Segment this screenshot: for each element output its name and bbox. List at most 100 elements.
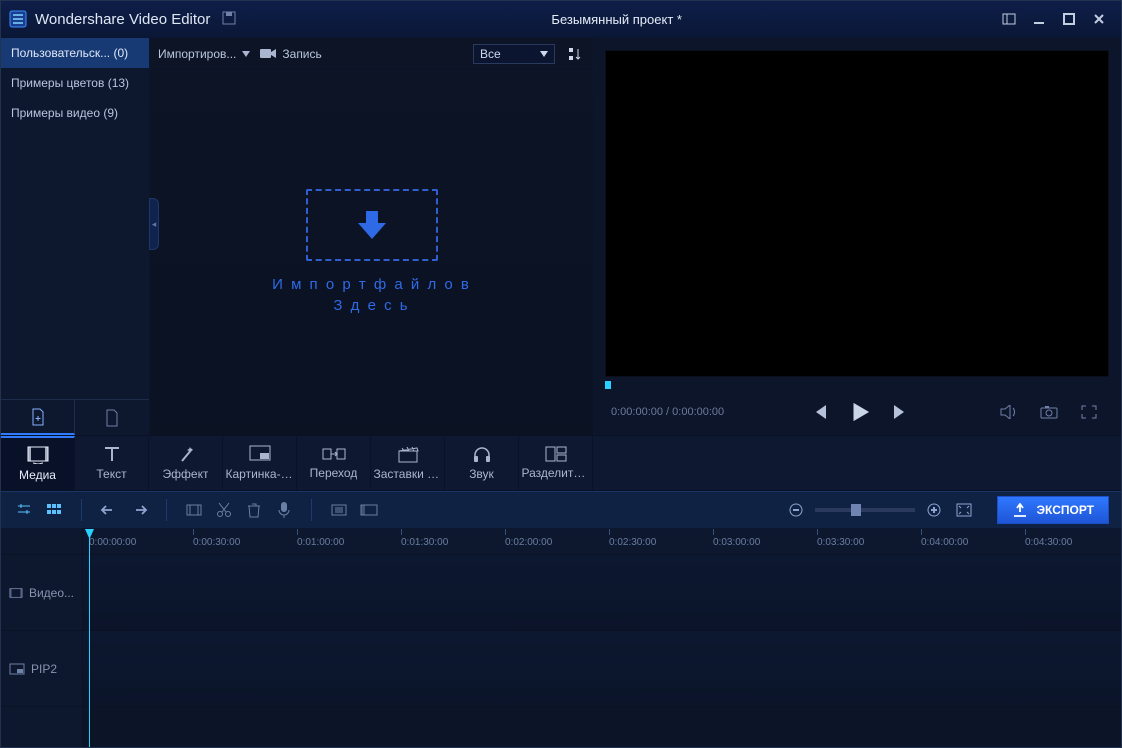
tab-sound[interactable]: Звук bbox=[445, 436, 519, 490]
module-bar-right-fill bbox=[593, 435, 1121, 491]
tab-split-label: Разделить ... bbox=[522, 466, 590, 480]
track-row-pip2[interactable] bbox=[83, 631, 1121, 707]
next-frame-button[interactable] bbox=[886, 398, 914, 426]
clapboard-icon bbox=[397, 445, 419, 463]
ruler-tick: 0:02:30:00 bbox=[609, 529, 656, 548]
redo-icon[interactable] bbox=[128, 499, 150, 521]
chevron-down-icon bbox=[242, 51, 250, 57]
sidebar-item-colors[interactable]: Примеры цветов (13) bbox=[1, 68, 149, 98]
ruler-tick: 0:01:00:00 bbox=[297, 529, 344, 548]
media-library-pane: Пользовательск... (0) Примеры цветов (13… bbox=[1, 38, 593, 435]
dropzone-line2: З д е с ь bbox=[272, 296, 471, 316]
maximize-button[interactable] bbox=[1055, 5, 1083, 33]
import-button[interactable]: Импортиров... bbox=[158, 47, 250, 61]
app-logo-icon bbox=[9, 10, 27, 28]
save-icon[interactable] bbox=[222, 11, 238, 27]
export-button[interactable]: ЭКСПОРТ bbox=[997, 496, 1109, 524]
zoom-out-icon[interactable] bbox=[785, 499, 807, 521]
split-screen-icon bbox=[545, 446, 567, 462]
zoom-control bbox=[785, 499, 975, 521]
prev-frame-button[interactable] bbox=[806, 398, 834, 426]
ruler-tick: 0:02:00:00 bbox=[505, 529, 552, 548]
track-label-pip2[interactable]: PIP2 bbox=[1, 631, 82, 707]
upper-area: Пользовательск... (0) Примеры цветов (13… bbox=[1, 37, 1121, 435]
project-title: Безымянный проект * bbox=[238, 12, 995, 27]
sidebar-item-videos[interactable]: Примеры видео (9) bbox=[1, 98, 149, 128]
zoom-slider[interactable] bbox=[815, 508, 915, 512]
preview-progress[interactable] bbox=[605, 381, 1109, 389]
pip-icon bbox=[249, 445, 271, 463]
cut-icon[interactable] bbox=[213, 499, 235, 521]
record-label: Запись bbox=[282, 47, 321, 61]
track-label-video[interactable]: Видео... bbox=[1, 555, 82, 631]
tab-transition-label: Переход bbox=[310, 466, 358, 480]
tracks-area[interactable]: 0:00:00:000:00:30:000:01:00:000:01:30:00… bbox=[83, 529, 1121, 747]
edit-clip-icon[interactable] bbox=[183, 499, 205, 521]
undo-icon[interactable] bbox=[98, 499, 120, 521]
text-icon bbox=[102, 445, 122, 463]
ruler-tick: 0:04:30:00 bbox=[1025, 529, 1072, 548]
app-title: Wondershare Video Editor bbox=[35, 11, 210, 28]
tab-transition[interactable]: Переход bbox=[297, 436, 371, 490]
chevron-down-icon bbox=[540, 51, 548, 57]
pip-track-icon bbox=[9, 663, 25, 675]
time-ruler[interactable]: 0:00:00:000:00:30:000:01:00:000:01:30:00… bbox=[83, 529, 1121, 555]
sort-icon[interactable] bbox=[565, 44, 585, 64]
ruler-tick: 0:01:30:00 bbox=[401, 529, 448, 548]
download-arrow-icon bbox=[352, 205, 392, 245]
snapshot-icon[interactable] bbox=[1035, 398, 1063, 426]
playhead[interactable] bbox=[89, 529, 90, 747]
dropzone-text: И м п о р т ф а й л о в З д е с ь bbox=[272, 275, 471, 316]
volume-icon[interactable] bbox=[995, 398, 1023, 426]
import-dropzone[interactable] bbox=[306, 189, 438, 261]
progress-handle[interactable] bbox=[605, 381, 611, 389]
layout-toggle-icon[interactable] bbox=[995, 5, 1023, 33]
record-button[interactable]: Запись bbox=[260, 47, 321, 61]
track-row-video[interactable] bbox=[83, 555, 1121, 631]
window-controls bbox=[995, 5, 1113, 33]
tab-effect[interactable]: Эффект bbox=[149, 436, 223, 490]
play-button[interactable] bbox=[846, 398, 874, 426]
zoom-fit-icon[interactable] bbox=[953, 499, 975, 521]
ruler-tick: 0:04:00:00 bbox=[921, 529, 968, 548]
camera-icon bbox=[260, 48, 276, 59]
delete-icon[interactable] bbox=[243, 499, 265, 521]
crop-icon[interactable] bbox=[328, 499, 350, 521]
titlebar: Wondershare Video Editor Безымянный прое… bbox=[1, 1, 1121, 37]
sidebar-collapse-handle[interactable]: ◂ bbox=[149, 198, 159, 250]
close-button[interactable] bbox=[1085, 5, 1113, 33]
filter-selected: Все bbox=[480, 47, 501, 61]
storyboard-icon[interactable] bbox=[43, 499, 65, 521]
minimize-button[interactable] bbox=[1025, 5, 1053, 33]
tab-intro[interactable]: Заставки и ... bbox=[371, 436, 445, 490]
dropzone-line1: И м п о р т ф а й л о в bbox=[272, 275, 471, 295]
zoom-thumb[interactable] bbox=[851, 504, 861, 516]
video-track-icon bbox=[9, 587, 23, 599]
tab-pip[interactable]: Картинка-в... bbox=[223, 436, 297, 490]
tab-media[interactable]: Медиа bbox=[1, 436, 75, 490]
render-icon[interactable] bbox=[358, 499, 380, 521]
media-icon bbox=[27, 446, 49, 464]
ruler-tick: 0:00:00:00 bbox=[89, 529, 136, 548]
tab-pip-label: Картинка-в... bbox=[226, 467, 294, 481]
zoom-in-icon[interactable] bbox=[923, 499, 945, 521]
magic-wand-icon bbox=[176, 445, 196, 463]
module-tabs: Медиа Текст Эффект Картинка-в... Переход… bbox=[1, 435, 593, 491]
tab-text[interactable]: Текст bbox=[75, 436, 149, 490]
media-body[interactable]: И м п о р т ф а й л о в З д е с ь bbox=[150, 70, 593, 435]
preview-viewer[interactable] bbox=[605, 50, 1109, 377]
add-folder-icon[interactable] bbox=[75, 400, 149, 435]
tab-split[interactable]: Разделить ... bbox=[519, 436, 593, 490]
headphones-icon bbox=[472, 445, 492, 463]
voiceover-icon[interactable] bbox=[273, 499, 295, 521]
marker-icon[interactable] bbox=[13, 499, 35, 521]
filter-select[interactable]: Все bbox=[473, 44, 555, 64]
timeline: Видео... PIP2 0:00:00:000:00:30:000:01:0… bbox=[1, 529, 1121, 747]
preview-pane: 0:00:00:00 / 0:00:00:00 bbox=[593, 38, 1121, 435]
fullscreen-icon[interactable] bbox=[1075, 398, 1103, 426]
import-label: Импортиров... bbox=[158, 47, 236, 61]
media-toolbar: Импортиров... Запись Все bbox=[150, 38, 593, 70]
sidebar-item-user[interactable]: Пользовательск... (0) bbox=[1, 38, 149, 68]
add-file-icon[interactable] bbox=[1, 400, 75, 435]
sidebar-bottom-icons bbox=[1, 399, 149, 435]
